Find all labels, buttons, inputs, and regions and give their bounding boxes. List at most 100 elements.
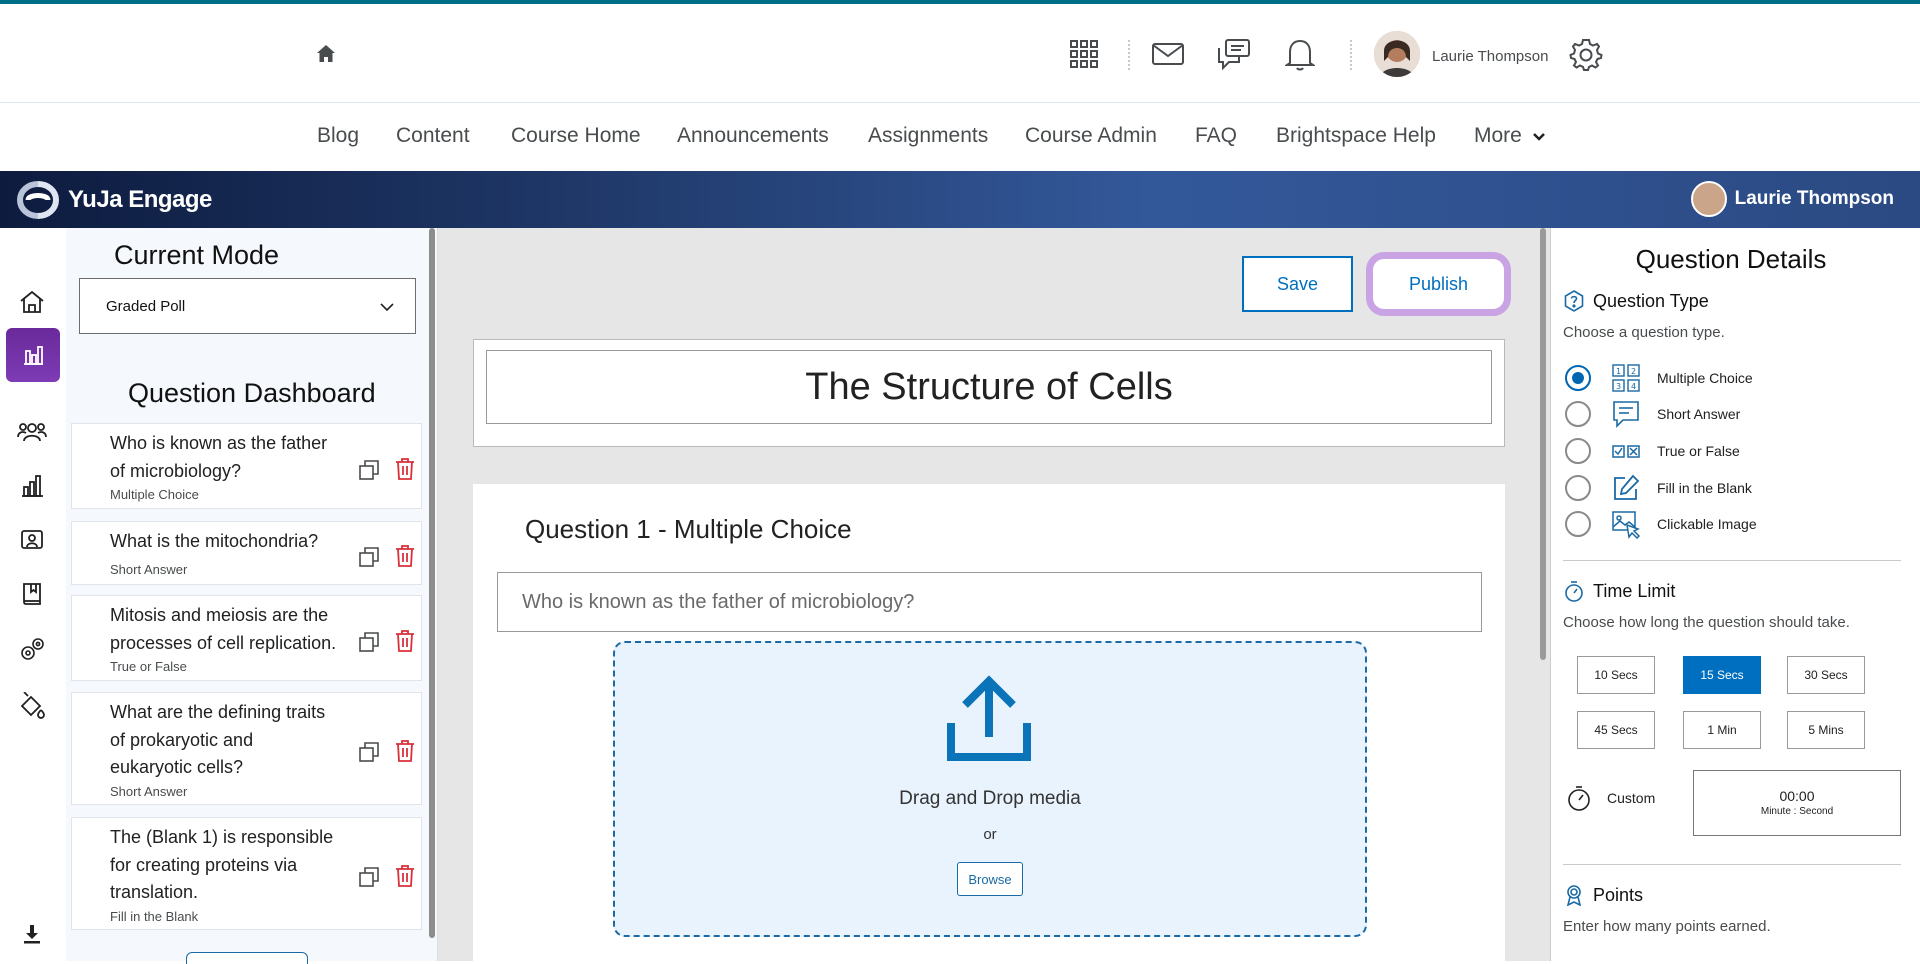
- radio-button[interactable]: [1565, 475, 1591, 501]
- nav-assignments[interactable]: Assignments: [868, 124, 988, 148]
- question-text-input[interactable]: Who is known as the father of microbiolo…: [497, 572, 1482, 632]
- left-rail: [0, 228, 66, 961]
- paint-bucket-icon[interactable]: [12, 686, 52, 726]
- nav-content[interactable]: Content: [396, 124, 470, 148]
- delete-icon[interactable]: [394, 457, 416, 481]
- time-option-45-secs[interactable]: 45 Secs: [1577, 711, 1655, 749]
- question-card-text: Mitosis and meiosis are the processes of…: [110, 605, 337, 653]
- question-sidebar: Current Mode Graded Poll Question Dashbo…: [66, 228, 438, 964]
- time-option-5-mins[interactable]: 5 Mins: [1787, 711, 1865, 749]
- stopwatch-icon: [1568, 786, 1590, 811]
- bell-icon[interactable]: [1280, 34, 1320, 74]
- poll-title-input[interactable]: The Structure of Cells: [486, 350, 1492, 424]
- nav-course-admin[interactable]: Course Admin: [1025, 124, 1157, 148]
- question-type-heading: Question Type: [1563, 290, 1709, 312]
- gear-icon[interactable]: [1566, 34, 1606, 74]
- presentation-icon[interactable]: [12, 520, 52, 560]
- mode-select[interactable]: Graded Poll: [79, 278, 416, 334]
- question-card-text: The (Blank 1) is responsible for creatin…: [110, 827, 334, 902]
- nav-course-home[interactable]: Course Home: [511, 124, 641, 148]
- radio-button[interactable]: [1565, 401, 1591, 427]
- nav-blog[interactable]: Blog: [317, 124, 359, 148]
- chevron-down-icon: [380, 303, 394, 312]
- mail-icon[interactable]: [1148, 34, 1188, 74]
- apps-grid-icon[interactable]: [1064, 34, 1104, 74]
- type-option-true-false[interactable]: True or False: [1565, 436, 1740, 466]
- divider: [1563, 864, 1901, 865]
- question-type-subtitle: Choose a question type.: [1563, 324, 1725, 341]
- book-icon[interactable]: [12, 574, 52, 614]
- browse-button[interactable]: Browse: [957, 862, 1023, 896]
- question-card[interactable]: What are the defining traits of prokaryo…: [71, 692, 422, 805]
- time-option-10-secs[interactable]: 10 Secs: [1577, 656, 1655, 694]
- yuja-header: YuJa Engage Laurie Thompson: [0, 171, 1920, 228]
- time-option-15-secs[interactable]: 15 Secs: [1683, 656, 1761, 694]
- question-card-text: Who is known as the father of microbiolo…: [110, 433, 328, 481]
- delete-icon[interactable]: [394, 739, 416, 763]
- type-option-fill-blank[interactable]: Fill in the Blank: [1565, 473, 1752, 503]
- type-option-clickable-image[interactable]: Clickable Image: [1565, 509, 1757, 539]
- avatar[interactable]: [1374, 31, 1420, 77]
- question-card-text: What are the defining traits of prokaryo…: [110, 702, 326, 777]
- time-option-1-min[interactable]: 1 Min: [1683, 711, 1761, 749]
- nav-brightspace-help[interactable]: Brightspace Help: [1276, 124, 1436, 148]
- nav-announcements[interactable]: Announcements: [677, 124, 829, 148]
- question-card[interactable]: Who is known as the father of microbiolo…: [71, 423, 422, 509]
- save-button[interactable]: Save: [1242, 256, 1353, 312]
- duplicate-icon[interactable]: [358, 459, 380, 481]
- custom-time-input[interactable]: 00:00 Minute : Second: [1693, 770, 1901, 836]
- custom-time-option[interactable]: Custom: [1565, 784, 1655, 812]
- user-name[interactable]: Laurie Thompson: [1432, 48, 1548, 65]
- add-question-button[interactable]: [186, 952, 308, 964]
- radio-button[interactable]: [1565, 438, 1591, 464]
- time-limit-heading: Time Limit: [1563, 580, 1675, 602]
- custom-label: Custom: [1607, 790, 1656, 806]
- question-details-panel: Question Details Question Type Choose a …: [1550, 228, 1920, 961]
- drop-zone-text: Drag and Drop media: [899, 788, 1081, 809]
- question-card[interactable]: What is the mitochondria? Short Answer: [71, 521, 422, 585]
- question-type-label: Question Type: [1593, 290, 1709, 311]
- nav-more[interactable]: More: [1474, 124, 1546, 148]
- yuja-logo-icon: [16, 181, 60, 219]
- question-card[interactable]: The (Blank 1) is responsible for creatin…: [71, 817, 422, 930]
- top-bar: Laurie Thompson: [0, 4, 1920, 103]
- yuja-user-name: Laurie Thompson: [1734, 188, 1894, 209]
- download-icon[interactable]: [12, 914, 52, 954]
- course-navbar: Blog Content Course Home Announcements A…: [0, 104, 1920, 171]
- question-icon: [1564, 290, 1584, 312]
- yuja-user-menu[interactable]: Laurie Thompson: [1690, 181, 1894, 217]
- sidebar-scrollbar[interactable]: [429, 228, 435, 938]
- delete-icon[interactable]: [394, 629, 416, 653]
- settings-icon[interactable]: [12, 630, 52, 670]
- delete-icon[interactable]: [394, 864, 416, 888]
- publish-button[interactable]: Publish: [1366, 252, 1511, 316]
- duplicate-icon[interactable]: [358, 631, 380, 653]
- polls-icon[interactable]: [6, 328, 60, 382]
- people-icon[interactable]: [12, 412, 52, 452]
- radio-button[interactable]: [1565, 365, 1591, 391]
- question-editor: Save Publish The Structure of Cells Ques…: [438, 228, 1550, 961]
- nav-faq[interactable]: FAQ: [1195, 124, 1237, 148]
- analytics-icon[interactable]: [12, 466, 52, 506]
- duplicate-icon[interactable]: [358, 741, 380, 763]
- radio-button[interactable]: [1565, 511, 1591, 537]
- type-option-multiple-choice[interactable]: 1 2 3 4 Multiple Choice: [1565, 363, 1753, 393]
- points-subtitle: Enter how many points earned.: [1563, 918, 1771, 935]
- editor-scrollbar[interactable]: [1540, 228, 1546, 660]
- media-drop-zone[interactable]: Drag and Drop media or Browse: [613, 641, 1367, 937]
- question-card-type: Short Answer: [110, 784, 188, 799]
- question-card[interactable]: Mitosis and meiosis are the processes of…: [71, 595, 422, 681]
- duplicate-icon[interactable]: [358, 546, 380, 568]
- type-option-label: Short Answer: [1657, 406, 1741, 422]
- svg-text:3: 3: [1616, 382, 1621, 391]
- svg-text:4: 4: [1631, 382, 1636, 391]
- type-option-short-answer[interactable]: Short Answer: [1565, 399, 1740, 429]
- duplicate-icon[interactable]: [358, 866, 380, 888]
- home-icon[interactable]: [12, 282, 52, 322]
- custom-time-value: 00:00: [1779, 788, 1815, 804]
- time-option-30-secs[interactable]: 30 Secs: [1787, 656, 1865, 694]
- delete-icon[interactable]: [394, 544, 416, 568]
- home-icon[interactable]: [314, 42, 338, 66]
- award-icon: [1566, 885, 1582, 906]
- chat-icon[interactable]: [1214, 34, 1254, 74]
